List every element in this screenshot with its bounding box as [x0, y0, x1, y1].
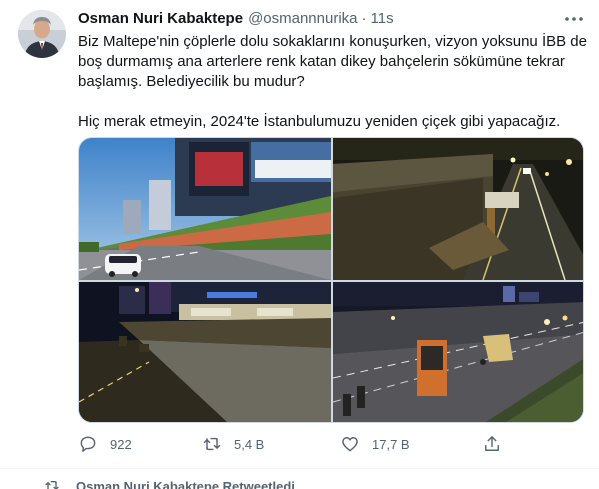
media-photo[interactable]	[79, 282, 331, 422]
share-button[interactable]	[482, 432, 502, 456]
media-photo[interactable]	[79, 138, 331, 280]
reply-icon	[80, 436, 96, 452]
tweet-card[interactable]: Osman Nuri Kabaktepe @osmannnurika · 11s…	[0, 0, 599, 470]
more-icon	[565, 17, 583, 21]
tweet-text-paragraph: Hiç merak etmeyin, 2024'te İstanbulumuzu…	[78, 113, 561, 130]
tweet-actions: 922 5,4 B 17,7 B	[78, 432, 508, 456]
more-options-button[interactable]	[562, 8, 586, 30]
author-name[interactable]: Osman Nuri Kabaktepe	[78, 10, 243, 27]
feed-divider	[0, 468, 599, 469]
reply-count: 922	[110, 436, 132, 452]
tweet-header: Osman Nuri Kabaktepe @osmannnurika · 11s	[78, 10, 394, 30]
like-icon	[342, 437, 358, 452]
like-button[interactable]: 17,7 B	[340, 432, 410, 456]
retweet-count: 5,4 B	[234, 436, 265, 452]
tweet-text: Biz Maltepe'nin çöplerle dolu sokakların…	[78, 32, 588, 132]
tweet-timestamp[interactable]: 11s	[371, 10, 394, 27]
author-handle[interactable]: @osmannnurika	[248, 10, 357, 27]
retweet-icon	[45, 481, 59, 489]
media-photo[interactable]	[333, 282, 583, 422]
retweeted-by-row[interactable]: Osman Nuri Kabaktepe Retweetledi	[44, 478, 295, 489]
retweeted-by-label: Osman Nuri Kabaktepe Retweetledi	[76, 478, 295, 489]
share-icon	[485, 436, 499, 451]
avatar[interactable]	[18, 10, 66, 58]
like-count: 17,7 B	[372, 436, 410, 452]
reply-button[interactable]: 922	[78, 432, 132, 456]
tweet-media-grid	[78, 137, 584, 423]
media-photo[interactable]	[333, 138, 583, 280]
retweet-icon	[203, 437, 221, 451]
separator-dot: ·	[361, 10, 367, 27]
tweet-text-paragraph: Biz Maltepe'nin çöplerle dolu sokakların…	[78, 33, 587, 90]
retweet-button[interactable]: 5,4 B	[202, 432, 264, 456]
